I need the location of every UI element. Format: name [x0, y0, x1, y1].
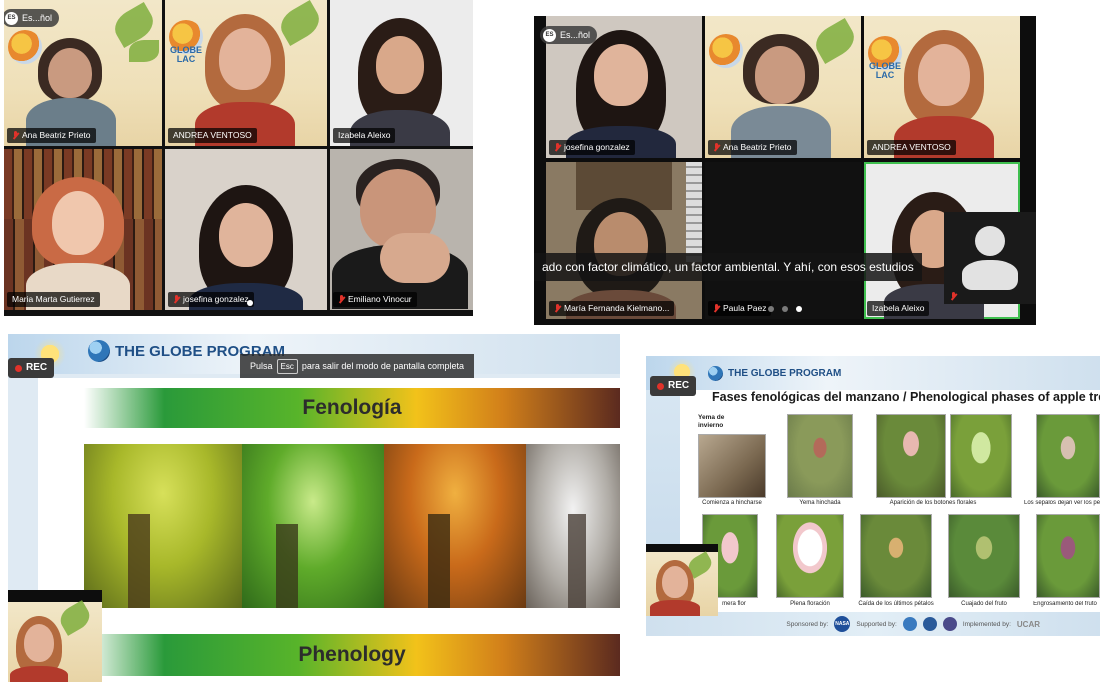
globe-icon — [708, 366, 723, 381]
shared-screen-apple-phases: REC THE GLOBE PROGRAM Fases fenológicas … — [646, 356, 1100, 636]
state-dept-logo — [942, 617, 957, 631]
recording-indicator: REC — [8, 358, 55, 378]
phase-photo — [1036, 414, 1100, 498]
language-interpretation-button[interactable]: ES Es...ñol — [4, 9, 60, 27]
globe-icon — [88, 340, 110, 362]
tree-trunk — [428, 514, 450, 608]
participant-tile[interactable]: GLOBE LAC ANDREA VENTOSO — [864, 16, 1020, 158]
phase-photo — [950, 414, 1012, 498]
participant-tile[interactable]: josefina gonzalez — [165, 149, 327, 310]
participant-tile-camera-off[interactable]: Paula Paez — [705, 162, 861, 319]
noaa-logo — [902, 617, 917, 631]
presenter-thumbnail[interactable] — [646, 544, 718, 616]
phase-label: Yema hinchada — [799, 500, 841, 506]
tree-image-autumn — [384, 444, 526, 608]
phase-photo — [1036, 514, 1100, 598]
slide-title: Fases fenológicas del manzano / Phenolog… — [712, 390, 1100, 404]
page-indicator[interactable] — [768, 306, 802, 312]
exit-fullscreen-hint: Pulsa Esc para salir del modo de pantall… — [240, 354, 474, 378]
tree-image-summer — [242, 444, 384, 608]
language-interpretation-button[interactable]: ES Es...ñol — [540, 26, 598, 44]
participant-tile[interactable]: Ana Beatriz Prieto — [705, 16, 861, 158]
nasa-logo: NASA — [834, 616, 851, 632]
participant-name-tag: ANDREA VENTOSO — [168, 128, 257, 143]
globe-program-logo: THE GLOBE PROGRAM — [708, 366, 841, 381]
mic-muted-icon — [173, 295, 180, 304]
shared-screen-phenology: REC THE GLOBE PROGRAM Pulsa Esc para sal… — [8, 334, 620, 682]
esc-key: Esc — [276, 358, 298, 374]
mic-muted-icon — [713, 143, 720, 152]
mic-muted-icon — [12, 131, 19, 140]
participant-tile[interactable]: Emiliano Vinocur — [330, 149, 473, 310]
page-indicator[interactable] — [247, 300, 253, 306]
ucar-logo: UCAR — [1016, 619, 1040, 629]
participant-tile[interactable]: María Fernanda Kielmano... — [546, 162, 702, 319]
phase-photo — [860, 514, 932, 598]
live-caption: ado con factor climático, un factor ambi… — [534, 253, 922, 281]
slide-title-top: Fenología — [84, 388, 620, 428]
participant-name-tag: josefina gonzalez — [549, 140, 635, 155]
participant-name-tag: Izabela Aleixo — [333, 128, 396, 143]
participant-tile[interactable]: Izabela Aleixo — [330, 0, 473, 146]
participant-name-tag: Ana Beatriz Prieto — [708, 140, 797, 155]
mic-muted-icon — [338, 295, 345, 304]
mic-muted-icon — [713, 304, 720, 313]
page-dot-active[interactable] — [796, 306, 802, 312]
participant-name-tag: ANDREA VENTOSO — [867, 140, 956, 155]
mic-muted-icon — [554, 304, 561, 313]
participant-name-tag: Izabela Aleixo — [867, 301, 930, 316]
phase-photo — [776, 514, 844, 598]
participant-name-tag: josefina gonzalez — [168, 292, 254, 307]
participant-name-tag: Paula Paez — [708, 301, 772, 316]
phase-label: Comienza a hincharse — [702, 500, 762, 506]
phase-label: Cuajado del fruto — [961, 601, 1007, 607]
participant-name-tag: Ana Beatriz Prieto — [7, 128, 96, 143]
presenter-thumbnail[interactable] — [8, 590, 102, 682]
participant-name-tag: Emiliano Vinocur — [333, 292, 417, 307]
video-call-grid-2: josefina gonzalez Ana Beatriz Prieto GLO… — [534, 16, 1036, 325]
tree-trunk — [276, 524, 298, 608]
globe-lac-logo — [709, 34, 743, 68]
phase-label: Engrosamiento del fruto — [1033, 601, 1097, 607]
participant-name-tag: Maria Marta Gutierrez — [7, 292, 100, 307]
recording-indicator: REC — [650, 376, 697, 396]
mic-muted-icon — [554, 143, 561, 152]
page-dot[interactable] — [768, 306, 774, 312]
mic-muted-icon — [950, 292, 957, 301]
globe-lac-logo — [8, 30, 42, 64]
participant-tile-speaking[interactable]: GLOBE LAC ANDREA VENTOSO — [165, 0, 327, 146]
phase-photo — [876, 414, 946, 498]
video-call-grid-1: Ana Beatriz Prieto GLOBE LAC ANDREA VENTO… — [4, 0, 473, 316]
hands — [380, 233, 450, 283]
phase-label: Los sépalos dejan ver los péta — [1024, 500, 1100, 506]
phase-label: Caída de los últimos pétalos — [858, 601, 934, 607]
phase-photo — [698, 434, 766, 498]
phase-photo — [787, 414, 853, 498]
tree-trunk — [568, 514, 586, 608]
tree-image-spring — [84, 444, 242, 608]
nsf-logo — [922, 617, 937, 631]
phase-label: Plena floración — [790, 601, 830, 607]
tree-trunk — [128, 514, 150, 608]
phase-label: Aparición de los botones florales — [889, 500, 977, 506]
self-view-avatar[interactable] — [944, 212, 1036, 304]
page-dot[interactable] — [782, 306, 788, 312]
page-dot-active[interactable] — [247, 300, 253, 306]
phase-photo — [948, 514, 1020, 598]
phase-callout: Yema de invierno — [698, 414, 725, 429]
user-avatar-icon — [975, 226, 1005, 256]
participant-name-tag: María Fernanda Kielmano... — [549, 301, 675, 316]
slide-title-bottom: Phenology — [84, 634, 620, 676]
participant-tile[interactable]: Maria Marta Gutierrez — [4, 149, 162, 310]
